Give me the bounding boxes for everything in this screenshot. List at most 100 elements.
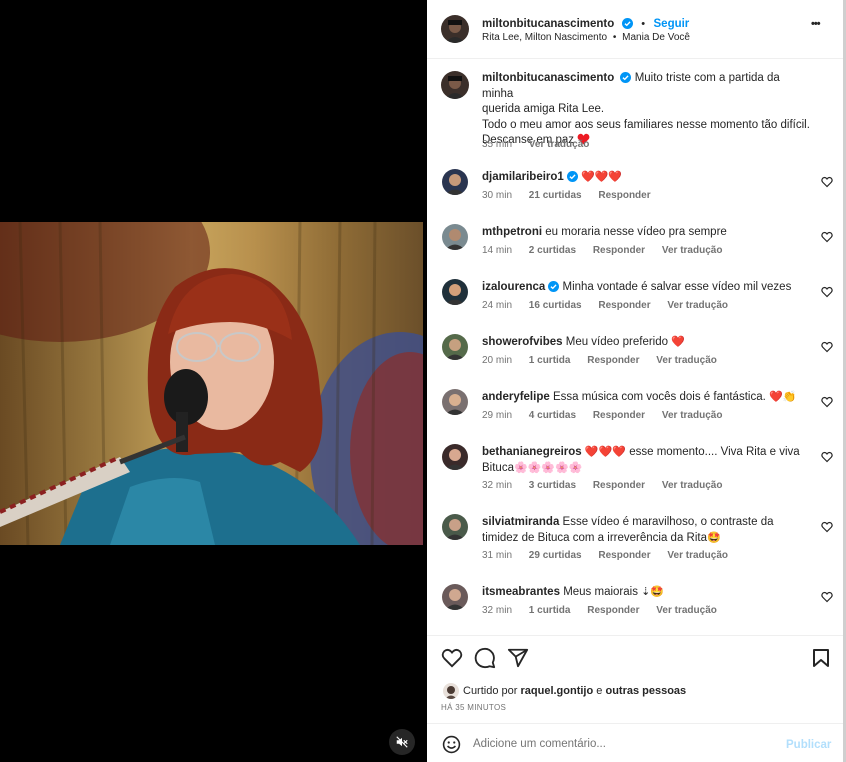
comment-text: Essa música com vocês dois é fantástica. bbox=[552, 391, 766, 403]
comment-like-icon[interactable] bbox=[821, 591, 833, 603]
comment-username[interactable]: izalourenca bbox=[482, 281, 545, 293]
comment-like-icon[interactable] bbox=[821, 451, 833, 463]
comment-like-icon[interactable] bbox=[821, 396, 833, 408]
comment-translate-link[interactable]: Ver tradução bbox=[662, 410, 723, 421]
comment-emoji: ⇣🤩 bbox=[641, 586, 665, 598]
comment-reply-link[interactable]: Responder bbox=[587, 355, 639, 366]
comment-input[interactable] bbox=[473, 734, 773, 754]
comment-reply-link[interactable]: Responder bbox=[598, 190, 650, 201]
comment-translate-link[interactable]: Ver tradução bbox=[656, 605, 717, 616]
comment-likes[interactable]: 29 curtidas bbox=[529, 550, 582, 561]
caption-line-3: Todo o meu amor aos seus familiares ness… bbox=[482, 118, 810, 131]
speaker-muted-icon bbox=[396, 736, 408, 748]
comment-likes[interactable]: 2 curtidas bbox=[529, 245, 576, 256]
commenter-avatar[interactable] bbox=[442, 389, 468, 415]
mute-button[interactable] bbox=[389, 729, 415, 755]
like-icon[interactable] bbox=[441, 648, 463, 668]
comment-like-icon[interactable] bbox=[821, 521, 833, 533]
verified-badge-icon bbox=[621, 18, 633, 29]
follow-button[interactable]: Seguir bbox=[654, 18, 690, 30]
comment-likes[interactable]: 1 curtida bbox=[529, 355, 571, 366]
save-icon[interactable] bbox=[812, 648, 830, 668]
author-avatar[interactable] bbox=[441, 15, 469, 43]
comment-time: 24 min bbox=[482, 300, 513, 311]
comment-likes[interactable]: 3 curtidas bbox=[529, 480, 576, 491]
comment-emoji: ❤️❤️❤️ bbox=[581, 171, 623, 183]
commenter-avatar[interactable] bbox=[442, 169, 468, 195]
comment-translate-link[interactable]: Ver tradução bbox=[662, 245, 723, 256]
action-bar: Curtido por raquel.gontijo e outras pess… bbox=[427, 635, 843, 723]
comment-username[interactable]: showerofvibes bbox=[482, 336, 563, 348]
comment-time: 30 min bbox=[482, 190, 513, 201]
caption-username[interactable]: miltonbitucanascimento bbox=[482, 72, 614, 84]
comment-translate-link[interactable]: Ver tradução bbox=[667, 300, 728, 311]
comment-username[interactable]: anderyfelipe bbox=[482, 391, 550, 403]
commenter-avatar[interactable] bbox=[442, 334, 468, 360]
commenter-avatar[interactable] bbox=[442, 584, 468, 610]
comment-username[interactable]: bethanianegreiros bbox=[482, 446, 582, 458]
comment-text-line-2: timidez de Bituca com a irreverência da … bbox=[482, 531, 707, 544]
comment-like-icon[interactable] bbox=[821, 231, 833, 243]
caption-time: 35 min bbox=[482, 139, 513, 150]
comment-username[interactable]: silviatmiranda bbox=[482, 516, 559, 528]
comment-likes[interactable]: 4 curtidas bbox=[529, 410, 576, 421]
comment-emoji: 🤩 bbox=[707, 531, 721, 544]
verified-badge-icon bbox=[548, 281, 560, 292]
comment-translate-link[interactable]: Ver tradução bbox=[667, 550, 728, 561]
comment-username[interactable]: mthpetroni bbox=[482, 226, 542, 238]
comment-reply-link[interactable]: Responder bbox=[587, 605, 639, 616]
comment-icon[interactable] bbox=[474, 647, 496, 669]
comment-text: Meu vídeo preferido bbox=[565, 336, 669, 348]
comment-reply-link[interactable]: Responder bbox=[598, 300, 650, 311]
comment-time: 32 min bbox=[482, 480, 513, 491]
comment-like-icon[interactable] bbox=[821, 286, 833, 298]
commenter-avatar[interactable] bbox=[442, 514, 468, 540]
post-header: miltonbitucanascimento • Seguir Rita Lee… bbox=[427, 0, 843, 59]
comment-translate-link[interactable]: Ver tradução bbox=[656, 355, 717, 366]
comment-translate-link[interactable]: Ver tradução bbox=[662, 480, 723, 491]
media-area bbox=[0, 0, 427, 762]
comment-emoji: ❤️👏 bbox=[769, 391, 797, 403]
comment-time: 20 min bbox=[482, 355, 513, 366]
comment-likes[interactable]: 21 curtidas bbox=[529, 190, 582, 201]
comment-reply-link[interactable]: Responder bbox=[593, 480, 645, 491]
comment-time: 29 min bbox=[482, 410, 513, 421]
comment-composer: Publicar bbox=[427, 723, 843, 762]
audio-song[interactable]: Mania De Você bbox=[622, 32, 690, 43]
comment-likes[interactable]: 1 curtida bbox=[529, 605, 571, 616]
verified-badge-icon bbox=[620, 72, 632, 83]
audio-artists[interactable]: Rita Lee, Milton Nascimento bbox=[482, 32, 607, 43]
comment-text: eu moraria nesse vídeo pra sempre bbox=[545, 226, 727, 238]
commenter-avatar[interactable] bbox=[442, 279, 468, 305]
comment-text: Esse vídeo é maravilhoso, o contraste da bbox=[562, 516, 774, 528]
comment-like-icon[interactable] bbox=[821, 341, 833, 353]
caption-translate-link[interactable]: Ver tradução bbox=[529, 139, 590, 150]
comment-text: Minha vontade é salvar esse vídeo mil ve… bbox=[562, 281, 792, 293]
caption-avatar[interactable] bbox=[441, 71, 469, 99]
video-frame bbox=[0, 222, 423, 545]
liked-by-user[interactable]: raquel.gontijo bbox=[520, 685, 593, 697]
author-username[interactable]: miltonbitucanascimento bbox=[482, 18, 614, 30]
comment-time: 32 min bbox=[482, 605, 513, 616]
emoji-icon[interactable] bbox=[442, 735, 461, 754]
comment-reply-link[interactable]: Responder bbox=[598, 550, 650, 561]
comment-username[interactable]: djamilaribeiro1 bbox=[482, 171, 564, 183]
more-options-icon[interactable]: ••• bbox=[811, 18, 821, 30]
comment-emoji: ❤️❤️❤️ bbox=[584, 446, 626, 458]
liker-avatar[interactable] bbox=[443, 683, 459, 699]
comment-like-icon[interactable] bbox=[821, 176, 833, 188]
video-player[interactable] bbox=[0, 222, 423, 545]
commenter-avatar[interactable] bbox=[442, 444, 468, 470]
post-timestamp: HÁ 35 MINUTOS bbox=[441, 703, 507, 712]
comment-username[interactable]: itsmeabrantes bbox=[482, 586, 560, 598]
comment-time: 14 min bbox=[482, 245, 513, 256]
comment-text: esse momento.... Viva Rita e viva bbox=[629, 446, 800, 458]
liked-by-others[interactable]: outras pessoas bbox=[605, 685, 686, 697]
header-dot: • bbox=[641, 18, 646, 30]
comment-reply-link[interactable]: Responder bbox=[593, 410, 645, 421]
publish-button[interactable]: Publicar bbox=[786, 739, 831, 751]
comment-likes[interactable]: 16 curtidas bbox=[529, 300, 582, 311]
commenter-avatar[interactable] bbox=[442, 224, 468, 250]
comment-reply-link[interactable]: Responder bbox=[593, 245, 645, 256]
share-icon[interactable] bbox=[507, 647, 529, 669]
